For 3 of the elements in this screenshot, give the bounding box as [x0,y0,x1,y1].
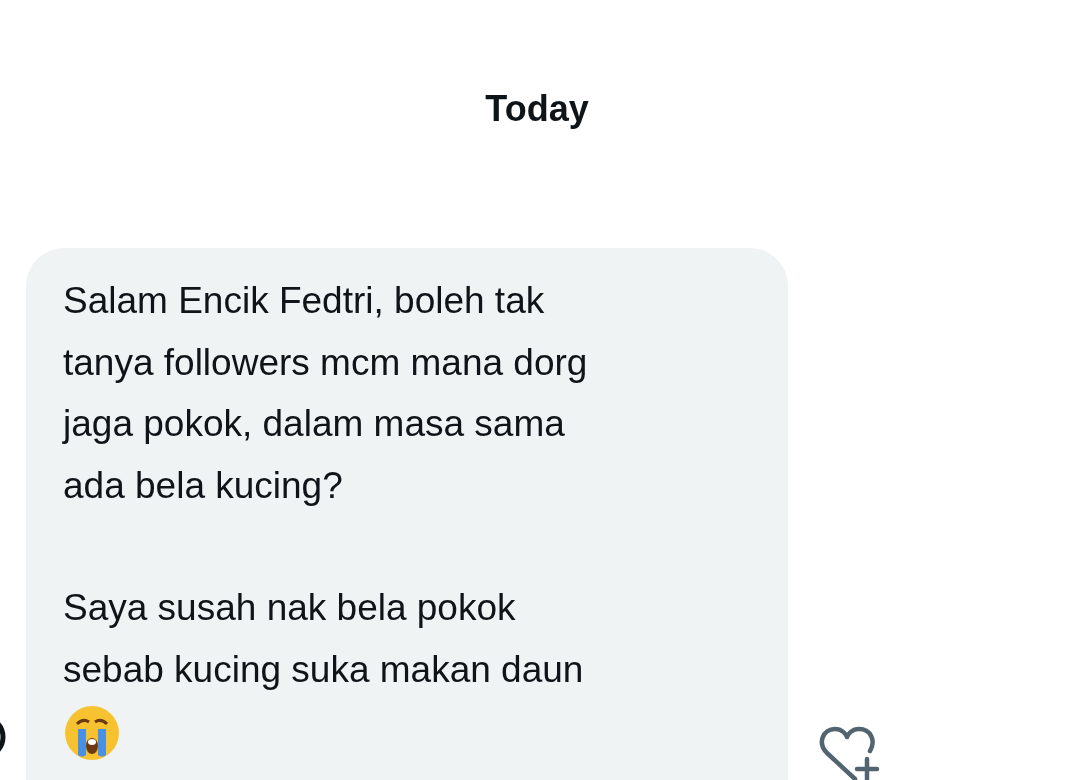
message-text: Salam Encik Fedtri, boleh tak tanya followers mcm mana dorg jaga pokok, dalam masa sama ada bela kucing? [63,279,589,508]
date-divider: Today [485,87,589,130]
message-text: Saya susah nak bela pokok sebab kucing suka makan daun [63,586,585,692]
